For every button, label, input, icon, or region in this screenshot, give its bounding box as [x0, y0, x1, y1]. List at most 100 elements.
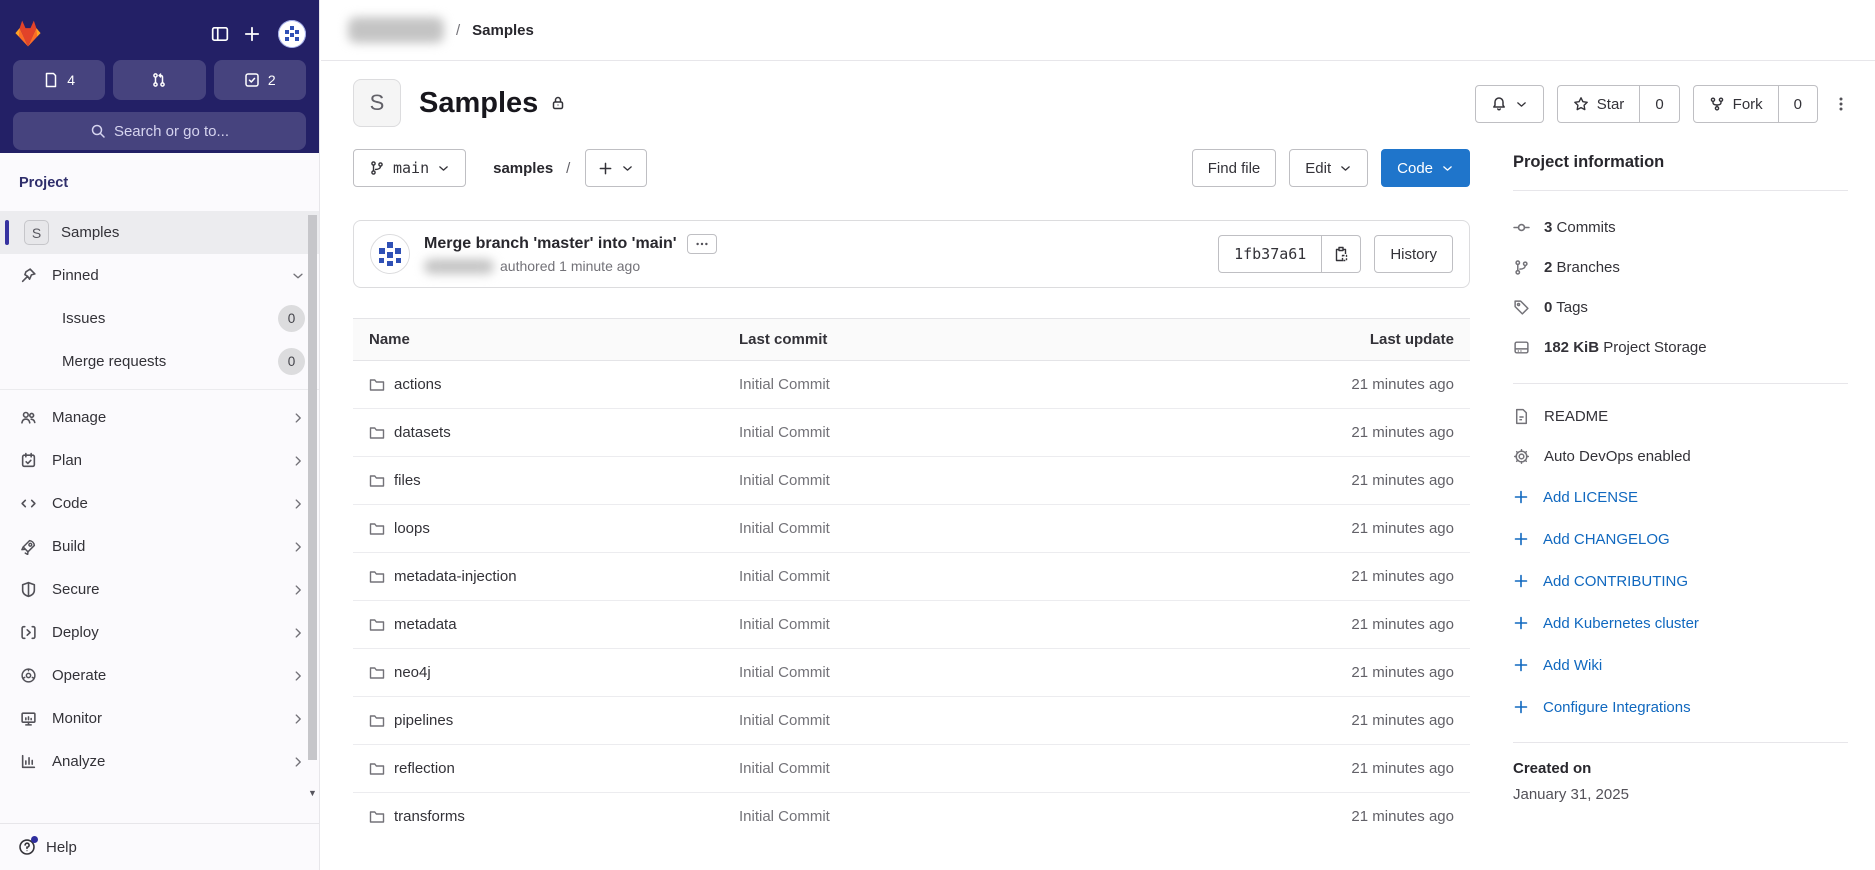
- table-row[interactable]: reflection Initial Commit 21 minutes ago: [353, 744, 1470, 793]
- add-kubernetes-cluster-link[interactable]: Add Kubernetes cluster: [1513, 602, 1848, 644]
- table-row[interactable]: actions Initial Commit 21 minutes ago: [353, 360, 1470, 409]
- scrollbar-down-arrow[interactable]: ▼: [307, 788, 318, 798]
- chevron-right-icon: [291, 712, 305, 726]
- add-license-link[interactable]: Add LICENSE: [1513, 476, 1848, 518]
- sidebar-scrollbar[interactable]: [308, 215, 317, 760]
- table-row[interactable]: pipelines Initial Commit 21 minutes ago: [353, 696, 1470, 745]
- table-row[interactable]: loops Initial Commit 21 minutes ago: [353, 504, 1470, 553]
- branch-selector[interactable]: main: [353, 149, 467, 187]
- sidebar-item-merge-requests[interactable]: Merge requests 0: [0, 340, 319, 383]
- folder-name[interactable]: metadata: [394, 616, 457, 633]
- merge-requests-button[interactable]: [113, 60, 206, 100]
- sidebar-item-build[interactable]: Build: [0, 525, 319, 568]
- configure-integrations-link[interactable]: Configure Integrations: [1513, 686, 1848, 728]
- folder-icon: [369, 522, 385, 535]
- chevron-down-icon: [1443, 165, 1452, 171]
- folder-icon: [369, 762, 385, 775]
- sidebar-toggle-icon[interactable]: [204, 18, 236, 50]
- add-contributing-link[interactable]: Add CONTRIBUTING: [1513, 560, 1848, 602]
- storage-stat[interactable]: 182 KiB Project Storage: [1513, 327, 1848, 367]
- project-header: S Samples: [353, 75, 1470, 131]
- folder-name[interactable]: reflection: [394, 760, 455, 777]
- add-changelog-link[interactable]: Add CHANGELOG: [1513, 518, 1848, 560]
- last-commit-link[interactable]: Initial Commit: [723, 504, 1110, 553]
- sidebar-item-operate[interactable]: Operate: [0, 654, 319, 697]
- branches-stat[interactable]: 2 Branches: [1513, 247, 1848, 287]
- sidebar-item-analyze[interactable]: Analyze: [0, 740, 319, 783]
- create-new-icon[interactable]: [236, 18, 268, 50]
- last-commit-link[interactable]: Initial Commit: [723, 696, 1110, 745]
- tags-stat[interactable]: 0 Tags: [1513, 287, 1848, 327]
- stat-label: Commits: [1556, 218, 1616, 236]
- folder-name[interactable]: neo4j: [394, 664, 431, 681]
- auto-devops-item[interactable]: Auto DevOps enabled: [1513, 436, 1848, 476]
- edit-label: Edit: [1305, 159, 1332, 177]
- find-file-button[interactable]: Find file: [1191, 149, 1277, 187]
- folder-name[interactable]: transforms: [394, 808, 465, 825]
- last-update: 21 minutes ago: [1110, 744, 1470, 793]
- folder-name[interactable]: actions: [394, 376, 442, 393]
- sidebar-item-project-samples[interactable]: S Samples: [0, 211, 319, 254]
- sidebar-item-deploy[interactable]: Deploy: [0, 611, 319, 654]
- breadcrumb-current[interactable]: Samples: [472, 22, 534, 39]
- last-update: 21 minutes ago: [1110, 408, 1470, 457]
- commits-stat[interactable]: 3 Commits: [1513, 207, 1848, 247]
- sidebar-item-label: Plan: [52, 452, 83, 469]
- table-row[interactable]: neo4j Initial Commit 21 minutes ago: [353, 648, 1470, 697]
- table-row[interactable]: metadata Initial Commit 21 minutes ago: [353, 600, 1470, 649]
- last-commit-link[interactable]: Initial Commit: [723, 360, 1110, 409]
- commit-author-avatar[interactable]: [370, 234, 410, 274]
- code-dropdown-button[interactable]: Code: [1381, 149, 1470, 187]
- sidebar-nav: Project S Samples Pinned Issues 0 Merge …: [0, 153, 319, 783]
- help-icon: [18, 836, 38, 856]
- assigned-issues-button[interactable]: 4: [13, 60, 106, 100]
- sidebar-item-manage[interactable]: Manage: [0, 396, 319, 439]
- todo-list-button[interactable]: 2: [213, 60, 306, 100]
- add-file-dropdown[interactable]: [585, 149, 648, 187]
- last-commit-link[interactable]: Initial Commit: [723, 456, 1110, 505]
- folder-name[interactable]: pipelines: [394, 712, 453, 729]
- repo-path[interactable]: samples: [493, 160, 553, 177]
- sidebar-item-code[interactable]: Code: [0, 482, 319, 525]
- edit-dropdown-button[interactable]: Edit: [1289, 149, 1369, 187]
- folder-name[interactable]: metadata-injection: [394, 568, 517, 585]
- issues-count: 4: [67, 72, 76, 88]
- user-avatar[interactable]: [278, 20, 306, 48]
- help-button[interactable]: Help: [0, 823, 319, 870]
- expand-commit-message-button[interactable]: [686, 234, 717, 254]
- copy-sha-button[interactable]: [1322, 235, 1362, 273]
- last-commit-link[interactable]: Initial Commit: [723, 648, 1110, 697]
- people-icon: [16, 409, 40, 426]
- folder-name[interactable]: files: [394, 472, 421, 489]
- breadcrumb-redacted-namespace[interactable]: [348, 17, 444, 43]
- sidebar-item-label: Samples: [61, 224, 120, 241]
- last-commit-link[interactable]: Initial Commit: [723, 600, 1110, 649]
- table-row[interactable]: transforms Initial Commit 21 minutes ago: [353, 793, 1470, 841]
- sidebar-item-secure[interactable]: Secure: [0, 568, 319, 611]
- folder-name[interactable]: loops: [394, 520, 430, 537]
- last-commit-link[interactable]: Initial Commit: [723, 408, 1110, 457]
- table-row[interactable]: files Initial Commit 21 minutes ago: [353, 456, 1470, 505]
- history-button[interactable]: History: [1374, 235, 1453, 273]
- sidebar-item-issues[interactable]: Issues 0: [0, 297, 319, 340]
- gitlab-logo-icon[interactable]: [13, 19, 43, 49]
- add-wiki-link[interactable]: Add Wiki: [1513, 644, 1848, 686]
- table-row[interactable]: metadata-injection Initial Commit 21 min…: [353, 552, 1470, 601]
- last-commit-link[interactable]: Initial Commit: [723, 793, 1110, 841]
- search-input[interactable]: Search or go to...: [13, 112, 306, 150]
- folder-name[interactable]: datasets: [394, 424, 451, 441]
- readme-item[interactable]: README: [1513, 396, 1848, 436]
- last-commit-link[interactable]: Initial Commit: [723, 552, 1110, 601]
- main-content: Star 0 Fork 0 S Samples main samples / F…: [321, 61, 1875, 870]
- table-row[interactable]: datasets Initial Commit 21 minutes ago: [353, 408, 1470, 457]
- sidebar-item-plan[interactable]: Plan: [0, 439, 319, 482]
- sidebar-item-pinned[interactable]: Pinned: [0, 254, 319, 297]
- project-information-sidebar: Project information 3 Commits 2 Branches…: [1513, 61, 1848, 803]
- last-commit-link[interactable]: Initial Commit: [723, 744, 1110, 793]
- sidebar-item-monitor[interactable]: Monitor: [0, 697, 319, 740]
- commit-title[interactable]: Merge branch 'master' into 'main': [424, 235, 677, 253]
- chevron-down-icon: [623, 165, 633, 171]
- commit-sha[interactable]: 1fb37a61: [1218, 235, 1323, 273]
- stat-label: Branches: [1556, 258, 1620, 276]
- last-update: 21 minutes ago: [1351, 808, 1454, 825]
